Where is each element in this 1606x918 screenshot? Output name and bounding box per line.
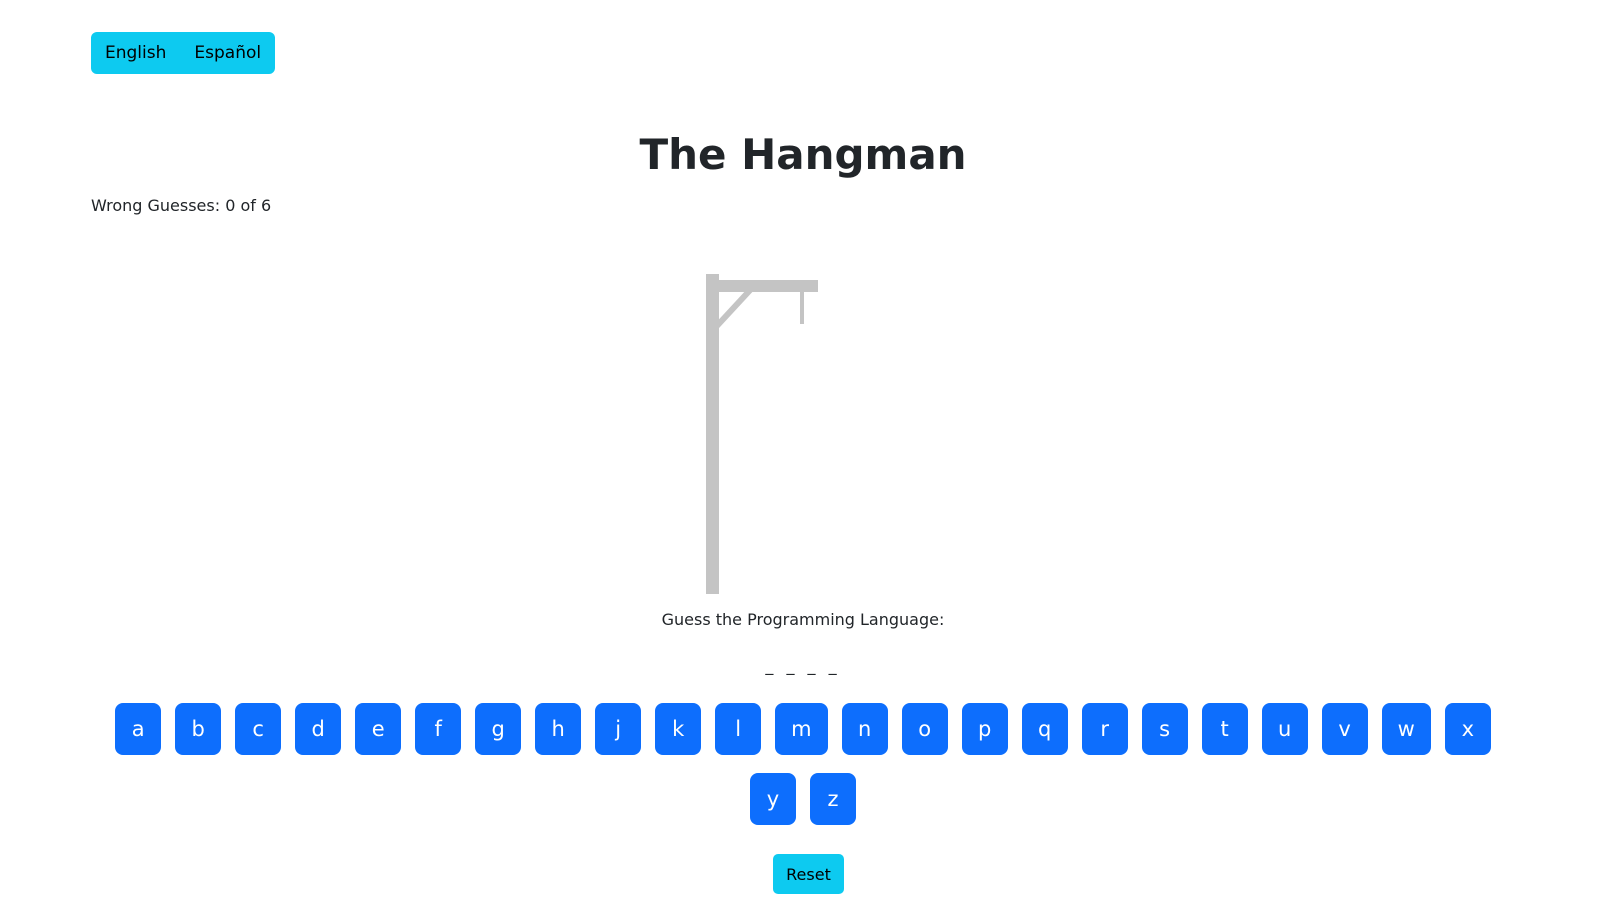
letter-button-r[interactable]: r (1081, 703, 1128, 755)
letter-button-x[interactable]: x (1444, 703, 1491, 755)
page-title: The Hangman (639, 130, 967, 179)
gallows-brace (712, 285, 755, 331)
guess-prompt: Guess the Programming Language: (661, 610, 945, 629)
letter-button-d[interactable]: d (295, 703, 342, 755)
gallows-icon (700, 270, 830, 604)
hangman-page: English Español The Hangman Wrong Guesse… (0, 0, 1606, 918)
letter-button-j[interactable]: j (595, 703, 642, 755)
letter-button-s[interactable]: s (1141, 703, 1188, 755)
letter-button-u[interactable]: u (1261, 703, 1308, 755)
reset-button[interactable]: Reset (773, 854, 844, 894)
letter-button-o[interactable]: o (901, 703, 948, 755)
letter-button-m[interactable]: m (775, 703, 828, 755)
letter-button-t[interactable]: t (1201, 703, 1248, 755)
letter-button-z[interactable]: z (810, 773, 856, 825)
letter-button-p[interactable]: p (961, 703, 1008, 755)
word-display: _ _ _ _ (765, 656, 841, 675)
letter-button-c[interactable]: c (235, 703, 282, 755)
letter-button-w[interactable]: w (1381, 703, 1431, 755)
letter-keyboard: abcdefghjklmnopqrstuvwx yz (100, 703, 1506, 825)
spanish-button[interactable]: Español (180, 32, 276, 74)
wrong-guesses-counter: Wrong Guesses: 0 of 6 (91, 196, 272, 215)
letter-button-e[interactable]: e (355, 703, 402, 755)
letter-button-a[interactable]: a (115, 703, 162, 755)
letter-button-y[interactable]: y (750, 773, 796, 825)
gallows-drawing (706, 274, 818, 594)
english-button[interactable]: English (91, 32, 181, 74)
letter-button-q[interactable]: q (1021, 703, 1068, 755)
letter-button-l[interactable]: l (715, 703, 762, 755)
letter-button-f[interactable]: f (415, 703, 462, 755)
letter-button-h[interactable]: h (535, 703, 582, 755)
letter-button-k[interactable]: k (655, 703, 702, 755)
letter-button-v[interactable]: v (1321, 703, 1368, 755)
letter-button-g[interactable]: g (475, 703, 522, 755)
letter-button-b[interactable]: b (175, 703, 222, 755)
gallows-rope (800, 290, 804, 324)
language-switch: English Español (91, 32, 276, 74)
letter-button-n[interactable]: n (841, 703, 888, 755)
